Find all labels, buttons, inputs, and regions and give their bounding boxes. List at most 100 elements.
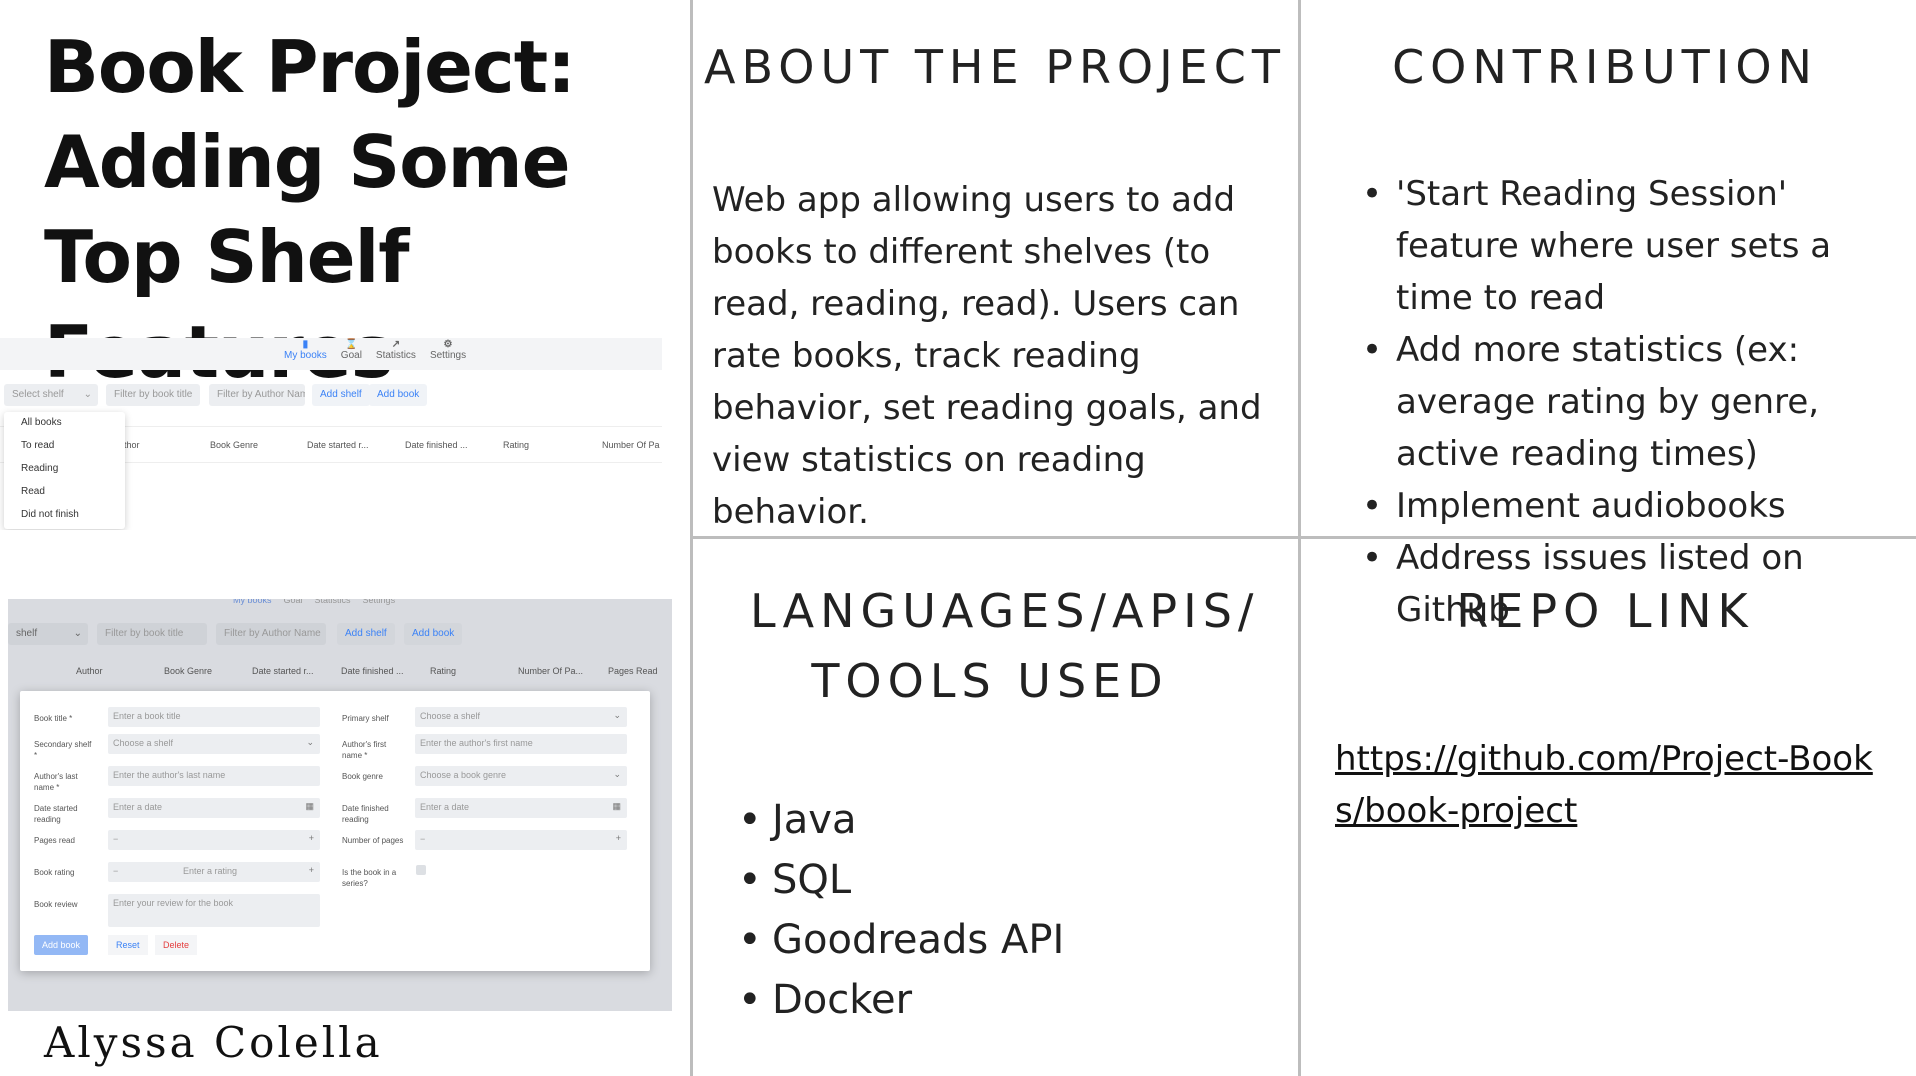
- add-book-submit-button[interactable]: Add book: [34, 935, 89, 955]
- about-text: Web app allowing users to add books to d…: [712, 180, 1262, 532]
- label: Author's first name *: [342, 740, 387, 760]
- rating-stepper[interactable]: − Enter a rating +: [108, 862, 320, 882]
- column-header[interactable]: Number Of Pa...: [518, 666, 583, 676]
- chevron-down-icon: ⌄: [73, 628, 82, 639]
- label: Number of pages: [342, 836, 404, 845]
- select-shelf[interactable]: shelf ⌄: [8, 623, 88, 645]
- languages-heading: LANGUAGES/APIS/ TOOLS USED: [750, 584, 1260, 708]
- date-started-input[interactable]: Enter a date ▦: [108, 798, 320, 818]
- calendar-icon[interactable]: ▦: [612, 801, 621, 812]
- menu-item[interactable]: All books: [4, 412, 125, 435]
- add-shelf-button[interactable]: Add shelf: [312, 384, 370, 406]
- contribution-heading: CONTRIBUTION: [1392, 40, 1818, 94]
- nav-statistics[interactable]: Statistics: [315, 599, 351, 605]
- menu-item[interactable]: Did not finish: [4, 504, 125, 527]
- nav-my-books[interactable]: ▮ My books: [284, 339, 327, 361]
- label: Date started reading: [34, 804, 78, 824]
- date-finished-input[interactable]: Enter a date ▦: [415, 798, 627, 818]
- chevron-down-icon: ⌄: [83, 389, 92, 400]
- nav-goal[interactable]: Goal: [284, 599, 303, 605]
- list-item: Java: [738, 790, 1064, 850]
- first-name-input[interactable]: Enter the author's first name: [415, 734, 627, 754]
- chart-icon: ↗: [391, 339, 401, 350]
- minus-icon[interactable]: −: [113, 834, 118, 844]
- delete-button[interactable]: Delete: [155, 935, 198, 955]
- column-header[interactable]: Book Genre: [164, 666, 212, 676]
- nav-settings[interactable]: ⚙ Settings: [430, 339, 466, 361]
- chevron-down-icon: ⌄: [613, 769, 621, 779]
- menu-item[interactable]: Reading: [4, 458, 125, 481]
- repo-heading: REPO LINK: [1456, 584, 1754, 638]
- shelf-dropdown-menu: All books To read Reading Read Did not f…: [4, 412, 125, 529]
- select-shelf[interactable]: Select shelf ⌄: [4, 384, 98, 406]
- last-name-input[interactable]: Enter the author's last name: [108, 766, 320, 786]
- gear-icon: ⚙: [443, 339, 453, 350]
- column-header[interactable]: Date started r...: [252, 666, 314, 676]
- label: Book review: [34, 900, 78, 909]
- filter-title-input[interactable]: Filter by book title: [97, 623, 207, 645]
- nav-goal[interactable]: ⌛ Goal: [341, 339, 362, 361]
- column-header[interactable]: Date finished ...: [405, 440, 468, 450]
- label: Pages read: [34, 836, 75, 845]
- column-header[interactable]: Date started r...: [307, 440, 369, 450]
- label: Is the book in a series?: [342, 868, 397, 888]
- label: Date finished reading: [342, 804, 389, 824]
- repo-link[interactable]: https://github.com/Project-Books/book-pr…: [1335, 733, 1875, 837]
- column-header[interactable]: Rating: [503, 440, 529, 450]
- nav-my-books[interactable]: My books: [233, 599, 272, 605]
- column-header[interactable]: thor: [124, 440, 140, 450]
- minus-icon[interactable]: −: [420, 834, 425, 844]
- column-header[interactable]: Book Genre: [210, 440, 258, 450]
- nav-settings[interactable]: Settings: [363, 599, 396, 605]
- label: Author's last name *: [34, 772, 78, 792]
- column-header[interactable]: Author: [76, 666, 103, 676]
- genre-select[interactable]: Choose a book genre ⌄: [415, 766, 627, 786]
- column-header[interactable]: Date finished ...: [341, 666, 404, 676]
- about-heading: ABOUT THE PROJECT: [704, 40, 1286, 94]
- list-item: Docker: [738, 970, 1064, 1030]
- menu-item[interactable]: Read: [4, 481, 125, 504]
- book-title-input[interactable]: Enter a book title: [108, 707, 320, 727]
- num-pages-stepper[interactable]: − +: [415, 830, 627, 850]
- minus-icon[interactable]: −: [113, 866, 118, 876]
- primary-shelf-select[interactable]: Choose a shelf ⌄: [415, 707, 627, 727]
- secondary-shelf-select[interactable]: Choose a shelf ⌄: [108, 734, 320, 754]
- languages-list: Java SQL Goodreads API Docker: [738, 790, 1064, 1030]
- series-checkbox[interactable]: [416, 865, 426, 875]
- filter-author-input[interactable]: Filter by Author Name: [209, 384, 305, 406]
- plus-icon[interactable]: +: [309, 865, 314, 875]
- list-item: Goodreads API: [738, 910, 1064, 970]
- add-book-button[interactable]: Add book: [369, 384, 428, 406]
- column-header[interactable]: Rating: [430, 666, 456, 676]
- add-shelf-button[interactable]: Add shelf: [337, 623, 395, 645]
- label: Secondary shelf *: [34, 740, 92, 760]
- filter-title-input[interactable]: Filter by book title: [106, 384, 200, 406]
- list-item: Implement audiobooks: [1362, 480, 1907, 532]
- reset-button[interactable]: Reset: [108, 935, 148, 955]
- author-name: Alyssa Colella: [44, 1018, 383, 1067]
- filter-author-input[interactable]: Filter by Author Name: [216, 623, 326, 645]
- add-book-dialog: Book title * Enter a book title Primary …: [20, 691, 650, 971]
- plus-icon[interactable]: +: [309, 833, 314, 843]
- column-header[interactable]: Pages Read: [608, 666, 658, 676]
- label: Book title *: [34, 714, 73, 723]
- list-item: Add more statistics (ex: average rating …: [1362, 324, 1907, 480]
- nav-statistics[interactable]: ↗ Statistics: [376, 339, 416, 361]
- plus-icon[interactable]: +: [616, 833, 621, 843]
- chevron-down-icon: ⌄: [306, 737, 314, 747]
- review-textarea[interactable]: Enter your review for the book: [108, 894, 320, 927]
- app-screenshot-add-book-form: My books Goal Statistics Settings shelf ⌄ Fi…: [8, 599, 672, 1011]
- app-screenshot-shelf-dropdown: ▮ My books ⌛ Goal ↗ Statistics ⚙ Settings Se…: [0, 338, 662, 530]
- chevron-down-icon: ⌄: [613, 710, 621, 720]
- add-book-button[interactable]: Add book: [404, 623, 463, 645]
- label: Book genre: [342, 772, 383, 781]
- hourglass-icon: ⌛: [345, 339, 358, 350]
- pages-read-stepper[interactable]: − +: [108, 830, 320, 850]
- list-item: 'Start Reading Session' feature where us…: [1362, 168, 1907, 324]
- calendar-icon[interactable]: ▦: [305, 801, 314, 812]
- column-header[interactable]: Number Of Pa: [602, 440, 660, 450]
- label: Book rating: [34, 868, 75, 877]
- label: Primary shelf: [342, 714, 389, 723]
- menu-item[interactable]: To read: [4, 435, 125, 458]
- contribution-list: 'Start Reading Session' feature where us…: [1362, 168, 1907, 636]
